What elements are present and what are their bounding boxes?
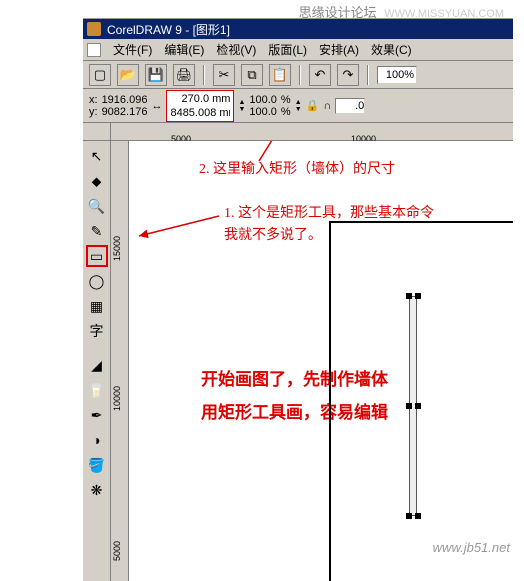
selection-handle[interactable] bbox=[415, 293, 421, 299]
separator bbox=[299, 65, 301, 85]
menu-file[interactable]: 文件(F) bbox=[107, 39, 158, 60]
save-button[interactable]: 💾 bbox=[145, 64, 167, 86]
new-button[interactable]: ▢ bbox=[89, 64, 111, 86]
property-bar: x: y: 1916.096 9082.176 ↔ ▲▼ 100.0 100.0… bbox=[83, 89, 513, 123]
eyedropper-tool[interactable]: ✒ bbox=[86, 404, 108, 426]
menu-view[interactable]: 检视(V) bbox=[210, 39, 262, 60]
titlebar: CorelDRAW 9 - [图形1] bbox=[83, 19, 513, 39]
selection-handle[interactable] bbox=[406, 293, 412, 299]
undo-button[interactable]: ↶ bbox=[309, 64, 331, 86]
menu-arrange[interactable]: 安排(A) bbox=[313, 39, 365, 60]
copy-button[interactable]: ⧉ bbox=[241, 64, 263, 86]
horizontal-ruler: 5000 10000 bbox=[83, 123, 513, 141]
app-icon bbox=[87, 22, 101, 36]
menu-layout[interactable]: 版面(L) bbox=[262, 39, 313, 60]
separator bbox=[367, 65, 369, 85]
height-input[interactable] bbox=[170, 106, 230, 120]
selection-handle[interactable] bbox=[415, 513, 421, 519]
spinner-arrows[interactable]: ▲▼ bbox=[238, 99, 245, 113]
lock-icon[interactable]: 🔒 bbox=[306, 99, 320, 112]
ruler-tick: 10000 bbox=[112, 386, 122, 411]
text-tool[interactable]: 字 bbox=[86, 320, 108, 342]
coord-values: 1916.096 9082.176 bbox=[102, 94, 148, 118]
width-icon: ↔ bbox=[151, 100, 162, 112]
zoom-input[interactable] bbox=[377, 66, 417, 84]
menu-edit[interactable]: 编辑(E) bbox=[158, 39, 210, 60]
dimension-inputs-highlight bbox=[166, 90, 234, 122]
rectangle-tool[interactable]: ▭ bbox=[86, 245, 108, 267]
page-boundary bbox=[329, 221, 513, 581]
scale-values: 100.0 100.0 bbox=[249, 94, 277, 118]
window-title: CorelDRAW 9 - [图形1] bbox=[107, 21, 230, 38]
standard-toolbar: ▢ 📂 💾 🖨 ✂ ⧉ 📋 ↶ ↷ bbox=[83, 61, 513, 89]
cut-button[interactable]: ✂ bbox=[213, 64, 235, 86]
canvas[interactable]: 2. 这里输入矩形（墙体）的尺寸 1. 这个是矩形工具，那些基本命令 我就不多说… bbox=[129, 141, 513, 581]
selection-handle[interactable] bbox=[406, 513, 412, 519]
ellipse-tool[interactable]: ◯ bbox=[86, 270, 108, 292]
polygon-tool[interactable]: ▦ bbox=[86, 295, 108, 317]
spinner-arrows[interactable]: ▲▼ bbox=[295, 99, 302, 113]
workarea: ↖ ⬥ 🔍 ✎ ▭ ◯ ▦ 字 ◢ 🥛 ✒ ◑ 🪣 ❋ 15000 10000 … bbox=[83, 141, 513, 581]
fill-tool[interactable]: 🪣 bbox=[86, 454, 108, 476]
percent-labels: % % bbox=[281, 94, 291, 118]
freehand-tool[interactable]: ✎ bbox=[86, 220, 108, 242]
shape-tool[interactable]: ⬥ bbox=[86, 170, 108, 192]
outline-tool[interactable]: ◑ bbox=[86, 429, 108, 451]
annotation-1-line2: 我就不多说了。 bbox=[224, 225, 322, 247]
watermark-bottom: www.jb51.net bbox=[433, 540, 510, 555]
paste-button[interactable]: 📋 bbox=[269, 64, 291, 86]
angle-icon: ∩ bbox=[323, 100, 331, 112]
effects-tool[interactable]: ❋ bbox=[86, 479, 108, 501]
ruler-tick: 5000 bbox=[112, 541, 122, 561]
annotation-2: 2. 这里输入矩形（墙体）的尺寸 bbox=[199, 159, 395, 181]
angle-input[interactable] bbox=[335, 98, 365, 114]
redo-button[interactable]: ↷ bbox=[337, 64, 359, 86]
print-button[interactable]: 🖨 bbox=[173, 64, 195, 86]
selection-handle[interactable] bbox=[406, 403, 412, 409]
vertical-ruler: 15000 10000 5000 bbox=[111, 141, 129, 581]
transparency-tool[interactable]: 🥛 bbox=[86, 379, 108, 401]
zoom-tool[interactable]: 🔍 bbox=[86, 195, 108, 217]
pick-tool[interactable]: ↖ bbox=[86, 145, 108, 167]
menu-effects[interactable]: 效果(C) bbox=[365, 39, 418, 60]
open-button[interactable]: 📂 bbox=[117, 64, 139, 86]
interactive-fill-tool[interactable]: ◢ bbox=[86, 354, 108, 376]
toolbox: ↖ ⬥ 🔍 ✎ ▭ ◯ ▦ 字 ◢ 🥛 ✒ ◑ 🪣 ❋ bbox=[83, 141, 111, 581]
separator bbox=[203, 65, 205, 85]
selection-handle[interactable] bbox=[415, 403, 421, 409]
ruler-tick: 15000 bbox=[112, 236, 122, 261]
coord-labels: x: y: bbox=[89, 94, 98, 118]
app-window: CorelDRAW 9 - [图形1] 文件(F) 编辑(E) 检视(V) 版面… bbox=[83, 18, 513, 581]
width-input[interactable] bbox=[170, 92, 230, 106]
menubar: 文件(F) 编辑(E) 检视(V) 版面(L) 安排(A) 效果(C) bbox=[83, 39, 513, 61]
ruler-origin[interactable] bbox=[83, 123, 111, 141]
document-icon[interactable] bbox=[87, 43, 101, 57]
